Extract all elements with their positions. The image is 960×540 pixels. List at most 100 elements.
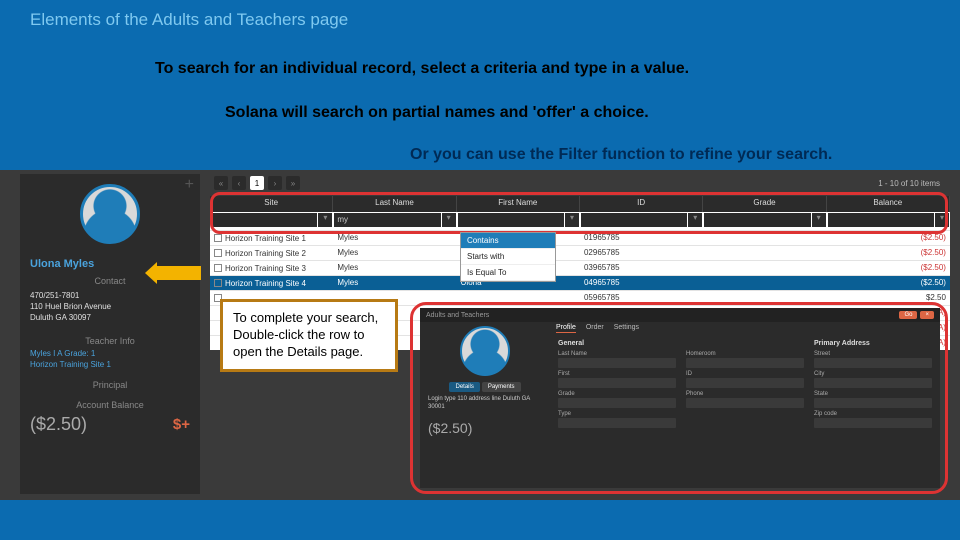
pager-first-icon[interactable]: «: [214, 176, 228, 190]
principal-header: Principal: [20, 380, 200, 390]
cell-id: 02965785: [580, 246, 703, 260]
mini-tab-order[interactable]: Order: [586, 324, 604, 333]
cell-id: 01965785: [580, 231, 703, 245]
col-grade[interactable]: Grade: [703, 196, 826, 212]
table-row[interactable]: Horizon Training Site 2 Myles 02965785 (…: [210, 245, 950, 260]
col-first-name[interactable]: First Name: [457, 196, 580, 212]
cell-last: Myles: [333, 231, 456, 245]
filter-id-input[interactable]: [581, 213, 687, 227]
grid-area: « ‹ 1 › » 1 - 10 of 10 items Site Last N…: [210, 174, 950, 494]
dd-option-contains[interactable]: Contains: [461, 233, 555, 249]
instruction-3: Or you can use the Filter function to re…: [410, 146, 832, 164]
mini-label: Homeroom: [686, 351, 804, 357]
cell-id: 03965785: [580, 261, 703, 275]
mini-label: Grade: [558, 391, 676, 397]
mini-balance: ($2.50): [428, 420, 542, 436]
mini-field[interactable]: [558, 418, 676, 428]
row-checkbox[interactable]: [214, 279, 222, 287]
mini-field[interactable]: [686, 378, 804, 388]
mini-col1-hdr: General: [558, 340, 676, 347]
mini-label: Last Name: [558, 351, 676, 357]
cell-balance: ($2.50): [827, 246, 950, 260]
filter-balance-dd-icon[interactable]: ▾: [935, 213, 949, 227]
col-balance[interactable]: Balance: [827, 196, 950, 212]
cell-id: 04965785: [580, 276, 703, 290]
filter-last-name-input[interactable]: my: [334, 213, 440, 227]
mini-field[interactable]: [686, 358, 804, 368]
mini-label: Type: [558, 411, 676, 417]
pager-count: 1 - 10 of 10 items: [878, 179, 946, 188]
filter-grade-dd-icon[interactable]: ▾: [812, 213, 826, 227]
mini-field[interactable]: [558, 358, 676, 368]
table-header: Site Last Name First Name ID Grade Balan…: [210, 196, 950, 212]
teacher-header: Teacher Info: [20, 336, 200, 346]
pager-last-icon[interactable]: »: [286, 176, 300, 190]
mini-subtab-payments[interactable]: Payments: [482, 382, 521, 392]
mini-sidebar: Details Payments Login type 110 address …: [420, 308, 550, 488]
address-line2: Duluth GA 30097: [30, 312, 190, 323]
filter-site-input[interactable]: [211, 213, 317, 227]
mini-col3-hdr: Primary Address: [814, 340, 932, 347]
mini-field[interactable]: [558, 398, 676, 408]
row-checkbox[interactable]: [214, 234, 222, 242]
mini-label: Phone: [686, 391, 804, 397]
filter-dropdown-menu[interactable]: Contains Starts with Is Equal To: [460, 232, 556, 282]
pager: « ‹ 1 › » 1 - 10 of 10 items: [210, 174, 950, 192]
add-photo-icon[interactable]: +: [185, 176, 194, 194]
cell-grade: [703, 246, 826, 260]
mini-subtab-details[interactable]: Details: [449, 382, 479, 392]
avatar-icon: [80, 184, 140, 244]
avatar-container: +: [20, 174, 200, 254]
cell-id: 05965785: [580, 291, 703, 305]
filter-first-name-dd-icon[interactable]: ▾: [565, 213, 579, 227]
mini-col-address: Primary Address Street City State Zip co…: [814, 326, 932, 484]
mini-field[interactable]: [686, 398, 804, 408]
mini-close-button[interactable]: ×: [920, 311, 934, 319]
mini-label: First: [558, 371, 676, 377]
table-row[interactable]: Horizon Training Site 1 Myles 01965785 (…: [210, 230, 950, 245]
mini-field[interactable]: [814, 378, 932, 388]
mini-field[interactable]: [814, 358, 932, 368]
cell-grade: [703, 276, 826, 290]
cell-balance: ($2.50): [827, 276, 950, 290]
cell-site: Horizon Training Site 1: [225, 234, 306, 243]
table-row[interactable]: Horizon Training Site 3 Myles 03965785 (…: [210, 260, 950, 275]
filter-last-name-dd-icon[interactable]: ▾: [442, 213, 456, 227]
pager-prev-icon[interactable]: ‹: [232, 176, 246, 190]
mini-main: General Last Name First Grade Type Homer…: [550, 308, 940, 488]
col-site[interactable]: Site: [210, 196, 333, 212]
dd-option-starts-with[interactable]: Starts with: [461, 249, 555, 265]
dd-option-equal[interactable]: Is Equal To: [461, 265, 555, 281]
pager-page-1[interactable]: 1: [250, 176, 264, 190]
callout-arrow-icon: [157, 266, 201, 280]
cell-site: Horizon Training Site 4: [225, 279, 306, 288]
mini-tab-settings[interactable]: Settings: [614, 324, 639, 333]
filter-grade-input[interactable]: [704, 213, 810, 227]
cell-grade: [703, 261, 826, 275]
row-checkbox[interactable]: [214, 264, 222, 272]
filter-first-name-input[interactable]: [458, 213, 564, 227]
col-last-name[interactable]: Last Name: [333, 196, 456, 212]
table-row-selected[interactable]: Horizon Training Site 4 Myles Ulona 0496…: [210, 275, 950, 290]
mini-avatar-icon: [460, 326, 510, 376]
filter-id-dd-icon[interactable]: ▾: [688, 213, 702, 227]
mini-go-button[interactable]: Go: [899, 311, 917, 319]
col-id[interactable]: ID: [580, 196, 703, 212]
cell-site: Horizon Training Site 2: [225, 249, 306, 258]
mini-field[interactable]: [814, 418, 932, 428]
mini-label: State: [814, 391, 932, 397]
pager-next-icon[interactable]: ›: [268, 176, 282, 190]
filter-site-dd-icon[interactable]: ▾: [318, 213, 332, 227]
mini-topbar: Adults and Teachers Go ×: [420, 308, 940, 322]
mini-caption: Login type 110 address line Duluth GA 30…: [428, 396, 542, 412]
row-checkbox[interactable]: [214, 249, 222, 257]
add-balance-button[interactable]: $+: [173, 416, 190, 433]
mini-label: City: [814, 371, 932, 377]
cell-grade: [703, 231, 826, 245]
mini-field[interactable]: [558, 378, 676, 388]
mini-field[interactable]: [814, 398, 932, 408]
mini-tab-profile[interactable]: Profile: [556, 324, 576, 333]
filter-balance-input[interactable]: [828, 213, 934, 227]
details-page-thumbnail: Adults and Teachers Go × Details Payment…: [420, 308, 940, 488]
filter-row: ▾ my▾ ▾ ▾ ▾ ▾: [210, 212, 950, 230]
